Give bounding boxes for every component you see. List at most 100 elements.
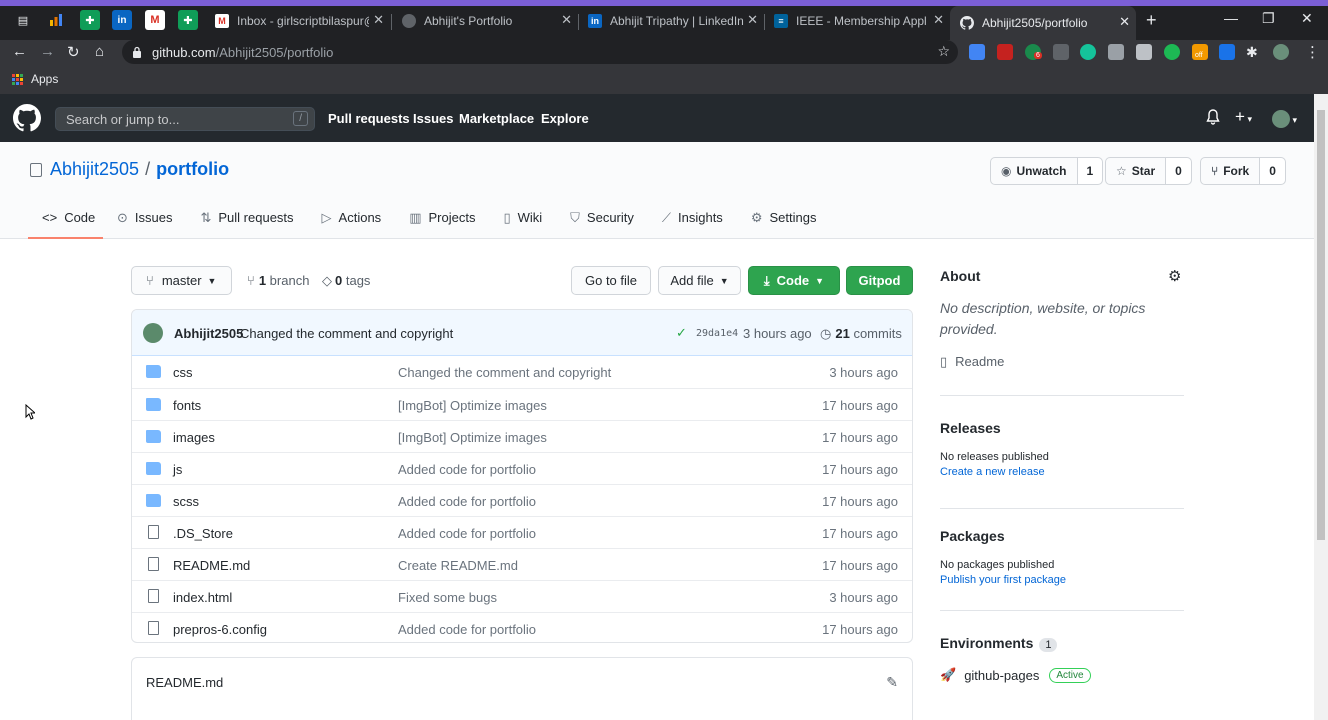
apps-bookmark[interactable]: Apps: [12, 72, 58, 86]
nav-pull-requests[interactable]: Pull requests: [328, 111, 410, 126]
extension-icon[interactable]: [997, 44, 1013, 60]
browser-tab-github-active[interactable]: Abhijit2505/portfolio ✕: [950, 6, 1136, 40]
check-icon[interactable]: ✓: [676, 325, 687, 341]
pinned-tab-linkedin-icon[interactable]: in: [112, 10, 132, 30]
tags-link[interactable]: ◇ 0 tags: [322, 273, 370, 289]
extension-icon[interactable]: [1164, 44, 1180, 60]
repo-name-link[interactable]: portfolio: [156, 159, 229, 180]
readme-link[interactable]: ▯ Readme: [940, 354, 1184, 370]
close-tab-icon[interactable]: ✕: [1119, 14, 1130, 30]
file-name-link[interactable]: images: [173, 430, 215, 445]
repo-owner-link[interactable]: Abhijit2505: [50, 159, 139, 180]
star-button[interactable]: ☆ Star: [1106, 158, 1167, 184]
close-tab-icon[interactable]: ✕: [373, 12, 384, 28]
table-row[interactable]: scss Added code for portfolio 17 hours ago: [132, 484, 912, 516]
file-commit-message-link[interactable]: Added code for portfolio: [398, 462, 536, 477]
translate-extension-icon[interactable]: [969, 44, 985, 60]
file-commit-message-link[interactable]: Fixed some bugs: [398, 590, 497, 605]
file-commit-message-link[interactable]: Added code for portfolio: [398, 494, 536, 509]
file-name-link[interactable]: scss: [173, 494, 199, 509]
pinned-tab-sheets2-icon[interactable]: ✚: [178, 10, 198, 30]
nav-explore[interactable]: Explore: [541, 111, 589, 126]
tab-projects[interactable]: ▥ Projects: [395, 204, 489, 239]
file-name-link[interactable]: README.md: [173, 558, 250, 573]
unwatch-button[interactable]: ◉ Unwatch: [991, 158, 1078, 184]
browser-tab-portfolio[interactable]: Abhijit's Portfolio ✕: [392, 8, 578, 34]
nav-issues[interactable]: Issues: [413, 111, 453, 126]
home-icon[interactable]: ⌂: [95, 43, 104, 60]
file-name-link[interactable]: css: [173, 365, 193, 380]
page-scrollbar[interactable]: [1314, 94, 1328, 720]
commit-message-link[interactable]: Changed the comment and copyright: [240, 326, 453, 341]
file-name-link[interactable]: .DS_Store: [173, 526, 233, 541]
tab-insights[interactable]: ⟋ Insights: [648, 204, 737, 239]
table-row[interactable]: index.html Fixed some bugs 3 hours ago: [132, 580, 912, 612]
scrollbar-thumb[interactable]: [1317, 110, 1325, 540]
branches-link[interactable]: ⑂ 1 branch: [247, 273, 309, 288]
packages-title[interactable]: Packages: [940, 528, 1184, 544]
close-tab-icon[interactable]: ✕: [933, 12, 944, 28]
nav-marketplace[interactable]: Marketplace: [459, 111, 534, 126]
table-row[interactable]: images [ImgBot] Optimize images 17 hours a…: [132, 420, 912, 452]
tab-settings[interactable]: ⚙ Settings: [737, 204, 831, 239]
releases-title[interactable]: Releases: [940, 420, 1184, 436]
reload-icon[interactable]: ↻: [67, 43, 80, 61]
pinned-tab-gmail-icon[interactable]: M: [145, 10, 165, 30]
avatar[interactable]: [143, 323, 163, 343]
pinned-tab-analytics-icon[interactable]: [46, 10, 66, 30]
pinned-tab-sheets-icon[interactable]: ✚: [80, 10, 100, 30]
tab-pull-requests[interactable]: ⇅ Pull requests: [186, 204, 307, 239]
coupon-extension-icon[interactable]: off: [1192, 44, 1208, 60]
commits-history-link[interactable]: ◷ 21 commits: [820, 326, 902, 342]
browser-tab-gmail[interactable]: M Inbox - girlscriptbilaspur@g ✕: [205, 8, 390, 34]
file-commit-message-link[interactable]: Create README.md: [398, 558, 518, 573]
tab-wiki[interactable]: ▯ Wiki: [489, 204, 556, 239]
extension-icon[interactable]: [1108, 44, 1124, 60]
publish-package-link[interactable]: Publish your first package: [940, 574, 1184, 586]
table-row[interactable]: prepros-6.config Added code for portfolio…: [132, 612, 912, 642]
user-avatar-menu[interactable]: ▾: [1272, 110, 1297, 129]
table-row[interactable]: README.md Create README.md 17 hours ago: [132, 548, 912, 580]
file-name-link[interactable]: prepros-6.config: [173, 622, 267, 637]
go-to-file-button[interactable]: Go to file: [571, 266, 651, 295]
close-window-icon[interactable]: ✕: [1301, 10, 1313, 27]
environments-title[interactable]: Environments 1: [940, 635, 1184, 652]
back-icon[interactable]: ←: [12, 43, 27, 60]
address-bar[interactable]: github.com/Abhijit2505/portfolio ☆: [122, 40, 958, 64]
file-name-link[interactable]: js: [173, 462, 182, 477]
puzzle-extensions-icon[interactable]: ✱: [1246, 44, 1262, 60]
tab-actions[interactable]: ▷ Actions: [308, 204, 396, 239]
maximize-window-icon[interactable]: ❐: [1262, 10, 1275, 27]
forks-count[interactable]: 0: [1260, 158, 1285, 184]
minimize-window-icon[interactable]: —: [1224, 10, 1238, 26]
bookmark-star-icon[interactable]: ☆: [937, 43, 950, 60]
stars-count[interactable]: 0: [1166, 158, 1191, 184]
commit-sha-link[interactable]: 29da1e4: [696, 328, 738, 339]
close-tab-icon[interactable]: ✕: [561, 12, 572, 28]
file-commit-message-link[interactable]: Changed the comment and copyright: [398, 365, 611, 380]
forward-icon[interactable]: →: [40, 43, 55, 60]
tab-code[interactable]: <> Code: [28, 204, 103, 239]
close-tab-icon[interactable]: ✕: [747, 12, 758, 28]
extension-icon[interactable]: [1053, 44, 1069, 60]
fork-button[interactable]: ⑂ Fork: [1201, 158, 1261, 184]
notifications-bell-icon[interactable]: [1206, 109, 1220, 129]
tab-security[interactable]: ⛉ Security: [556, 204, 648, 239]
extension-icon[interactable]: [1136, 44, 1152, 60]
file-name-link[interactable]: fonts: [173, 398, 201, 413]
menu-kebab-icon[interactable]: ⋮: [1305, 43, 1320, 61]
pinned-tab-reader-icon[interactable]: ▤: [13, 10, 33, 30]
search-input[interactable]: Search or jump to... /: [55, 107, 315, 131]
table-row[interactable]: .DS_Store Added code for portfolio 17 hour…: [132, 516, 912, 548]
create-release-link[interactable]: Create a new release: [940, 466, 1184, 478]
browser-tab-linkedin[interactable]: in Abhijit Tripathy | LinkedIn ✕: [578, 8, 764, 34]
gear-icon[interactable]: ⚙: [1168, 267, 1181, 285]
new-tab-button[interactable]: +: [1146, 10, 1157, 31]
grammar-extension-icon[interactable]: 6: [1025, 44, 1042, 60]
gitpod-button[interactable]: Gitpod: [846, 266, 913, 295]
branch-select-button[interactable]: ⑂ master ▼: [131, 266, 232, 295]
file-name-link[interactable]: index.html: [173, 590, 232, 605]
file-commit-message-link[interactable]: [ImgBot] Optimize images: [398, 398, 547, 413]
create-new-plus-icon[interactable]: + ▾: [1235, 107, 1252, 127]
extension-icon[interactable]: [1219, 44, 1235, 60]
